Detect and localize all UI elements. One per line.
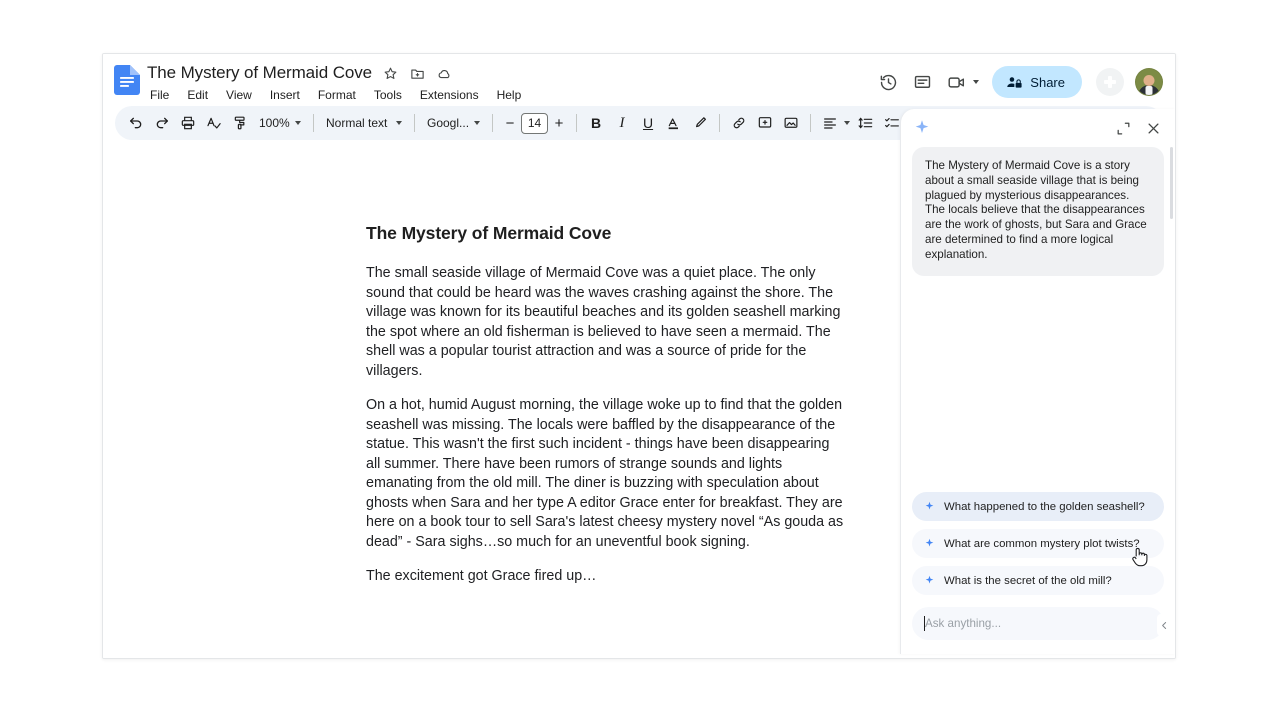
menu-tools[interactable]: Tools	[372, 87, 404, 103]
menu-file[interactable]: File	[148, 87, 171, 103]
toolbar-divider	[414, 114, 415, 132]
suggestion-chip-1[interactable]: What happened to the golden seashell?	[912, 492, 1164, 521]
menu-bar: File Edit View Insert Format Tools Exten…	[147, 87, 523, 103]
suggestion-chip-2[interactable]: What are common mystery plot twists?	[912, 529, 1164, 558]
insert-link-icon[interactable]	[726, 110, 752, 136]
align-left-icon[interactable]	[817, 110, 843, 136]
line-spacing-icon[interactable]	[853, 110, 879, 136]
menu-insert[interactable]: Insert	[268, 87, 302, 103]
add-comment-icon[interactable]	[752, 110, 778, 136]
move-to-folder-icon[interactable]	[409, 65, 426, 82]
expand-panel-icon[interactable]	[1109, 114, 1137, 142]
document-title[interactable]: The Mystery of Mermaid Cove	[147, 63, 372, 83]
spellcheck-icon[interactable]	[201, 110, 227, 136]
star-icon[interactable]	[382, 65, 399, 82]
sparkle-icon	[925, 538, 934, 547]
cloud-saved-icon[interactable]	[436, 65, 453, 82]
header-actions: Share	[872, 54, 1175, 98]
title-block: The Mystery of Mermaid Cove File Edit Vi…	[147, 61, 523, 103]
avatar-shirt	[1145, 86, 1153, 95]
chevron-down-icon[interactable]	[844, 121, 851, 125]
font-family-dropdown[interactable]: Googl...	[421, 110, 486, 136]
people-lock-icon	[1007, 76, 1022, 88]
ai-panel-header-actions	[1109, 114, 1167, 142]
menu-help[interactable]: Help	[495, 87, 524, 103]
toolbar-divider	[492, 114, 494, 132]
chevron-down-icon	[295, 121, 301, 125]
paint-format-icon[interactable]	[227, 110, 253, 136]
highlight-pen-icon[interactable]	[687, 110, 713, 136]
zoom-dropdown[interactable]: 100%	[253, 110, 307, 136]
version-history-icon[interactable]	[872, 66, 904, 98]
italic-button[interactable]: I	[609, 110, 635, 136]
close-icon[interactable]	[1139, 114, 1167, 142]
paragraph-1: The small seaside village of Mermaid Cov…	[366, 265, 841, 379]
ai-side-panel: The Mystery of Mermaid Cove is a story a…	[900, 109, 1175, 654]
gemini-sparkle-icon	[915, 120, 929, 133]
ai-suggestion-chips: What happened to the golden seashell? Wh…	[901, 492, 1175, 603]
google-docs-window: The Mystery of Mermaid Cove File Edit Vi…	[102, 53, 1176, 659]
collapse-panel-button[interactable]	[1157, 614, 1172, 636]
zoom-value: 100%	[259, 116, 290, 130]
menu-view[interactable]: View	[224, 87, 254, 103]
sparkle-icon	[925, 501, 934, 510]
font-family-value: Googl...	[427, 116, 470, 130]
toolbar-divider	[313, 114, 314, 132]
suggestion-chip-3[interactable]: What is the secret of the old mill?	[912, 566, 1164, 595]
paragraph-2: On a hot, humid August morning, the vill…	[366, 397, 844, 550]
suggestion-chip-2-label: What are common mystery plot twists?	[944, 537, 1140, 550]
meet-camera-button[interactable]	[940, 66, 984, 98]
menu-extensions[interactable]: Extensions	[418, 87, 481, 103]
menu-edit[interactable]: Edit	[185, 87, 210, 103]
docs-header: The Mystery of Mermaid Cove File Edit Vi…	[103, 54, 1175, 106]
paragraph-style-dropdown[interactable]: Normal text	[320, 110, 408, 136]
insert-image-icon[interactable]	[778, 110, 804, 136]
document-body[interactable]: The Mystery of Mermaid Cove The small se…	[366, 223, 846, 587]
text-color-button[interactable]	[661, 110, 687, 136]
suggestion-chip-3-label: What is the secret of the old mill?	[944, 574, 1112, 587]
ai-conversation-area[interactable]: The Mystery of Mermaid Cove is a story a…	[901, 147, 1175, 492]
paragraph-style-value: Normal text	[326, 116, 388, 130]
scrollbar[interactable]	[1170, 147, 1173, 219]
chevron-down-icon	[474, 121, 481, 125]
chevron-down-icon[interactable]	[973, 80, 980, 84]
undo-icon[interactable]	[123, 110, 149, 136]
toolbar-divider	[576, 114, 578, 132]
bold-button[interactable]: B	[583, 110, 609, 136]
add-icon[interactable]	[1096, 68, 1124, 96]
text-caret	[924, 616, 925, 631]
ai-panel-header	[901, 109, 1175, 147]
menu-format[interactable]: Format	[316, 87, 358, 103]
suggestion-chip-1-label: What happened to the golden seashell?	[944, 500, 1145, 513]
sparkle-icon	[925, 575, 934, 584]
toolbar-divider	[719, 114, 721, 132]
comment-icon[interactable]	[906, 66, 938, 98]
redo-icon[interactable]	[149, 110, 175, 136]
underline-button[interactable]: U	[635, 110, 661, 136]
increase-font-size-button[interactable]: +	[548, 112, 570, 134]
toolbar-divider	[810, 114, 812, 132]
meet-camera-icon[interactable]	[940, 66, 972, 98]
print-icon[interactable]	[175, 110, 201, 136]
align-control[interactable]	[817, 110, 853, 136]
ai-input-wrapper: Ask anything...	[901, 603, 1175, 654]
avatar[interactable]	[1135, 68, 1163, 96]
chevron-left-icon	[1162, 621, 1167, 629]
share-label: Share	[1030, 74, 1065, 90]
share-button[interactable]: Share	[992, 66, 1082, 98]
chevron-down-icon	[396, 121, 402, 125]
ai-prompt-input[interactable]: Ask anything...	[912, 607, 1164, 640]
ai-prompt-placeholder: Ask anything...	[925, 617, 1002, 630]
title-row: The Mystery of Mermaid Cove	[147, 61, 523, 85]
decrease-font-size-button[interactable]: −	[499, 112, 521, 134]
font-size-input[interactable]: 14	[521, 112, 549, 134]
ai-response-bubble: The Mystery of Mermaid Cove is a story a…	[912, 147, 1164, 276]
avatar-face	[1143, 75, 1155, 86]
google-docs-file-icon[interactable]	[114, 65, 140, 95]
document-heading: The Mystery of Mermaid Cove	[366, 223, 612, 243]
paragraph-3: The excitement got Grace fired up…	[366, 568, 597, 584]
